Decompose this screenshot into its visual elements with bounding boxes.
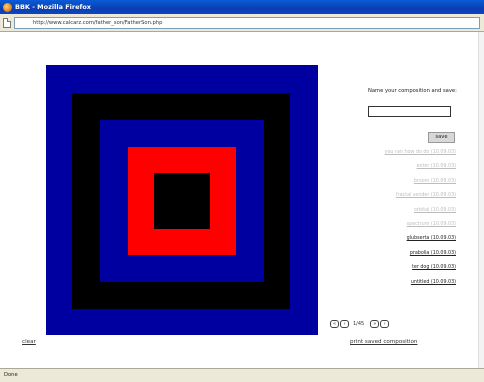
address-bar: http://www.calcarz.com/father_son/Father… (0, 14, 484, 32)
page-count: 1/45 (353, 321, 365, 327)
composition-link[interactable]: you ran how do do (10.09.03) (385, 150, 456, 155)
composition-link[interactable]: glubserta (10.09.03) (407, 236, 456, 241)
list-item: untitled (10.09.03) (330, 276, 456, 290)
list-item: ter dog (10.09.03) (330, 261, 456, 275)
composition-canvas[interactable] (46, 65, 318, 335)
prev-page-button[interactable]: ‹ (340, 320, 349, 328)
list-item: prabolia (10.09.03) (330, 247, 456, 261)
list-item: broom (10.09.03) (330, 175, 456, 189)
composition-link[interactable]: fractal sender (10.09.03) (396, 193, 456, 198)
list-item: fractal sender (10.09.03) (330, 189, 456, 203)
composition-link[interactable]: orbital (10.09.03) (414, 208, 456, 213)
list-item: enter (10.09.03) (330, 160, 456, 174)
composition-link[interactable]: enter (10.09.03) (417, 164, 456, 169)
window-right-edge (478, 32, 484, 368)
window-title: BBK - Mozilla Firefox (15, 3, 91, 11)
next-page-button[interactable]: » (370, 320, 380, 328)
composition-link[interactable]: broom (10.09.03) (414, 179, 456, 184)
saved-compositions-list: you ran how do do (10.09.03) enter (10.0… (330, 146, 456, 290)
composition-link[interactable]: untitled (10.09.03) (411, 280, 456, 285)
composition-link[interactable]: ter dog (10.09.03) (412, 265, 456, 270)
list-item: orbital (10.09.03) (330, 204, 456, 218)
url-input[interactable]: http://www.calcarz.com/father_son/Father… (14, 17, 480, 29)
page-icon (3, 18, 11, 28)
last-page-button[interactable]: › (380, 320, 390, 328)
clear-link[interactable]: clear (22, 339, 36, 345)
window-titlebar: BBK - Mozilla Firefox (0, 0, 484, 14)
list-item: you ran how do do (10.09.03) (330, 146, 456, 160)
composition-link[interactable]: spectrum (10.09.03) (407, 222, 456, 227)
firefox-icon (3, 2, 12, 12)
composition-link[interactable]: prabolia (10.09.03) (410, 251, 456, 256)
status-text: Done (4, 372, 18, 378)
composition-name-input[interactable] (368, 106, 451, 117)
first-page-button[interactable]: « (330, 320, 339, 328)
save-button[interactable]: save (428, 132, 455, 143)
status-bar: Done (0, 368, 484, 382)
name-label: Name your composition and save: (368, 88, 457, 94)
black-center-square[interactable] (154, 173, 210, 229)
print-saved-composition-link[interactable]: print saved composition (350, 339, 417, 345)
pager: « ‹ 1/45 » › (330, 319, 390, 329)
list-item: glubserta (10.09.03) (330, 232, 456, 246)
list-item: spectrum (10.09.03) (330, 218, 456, 232)
